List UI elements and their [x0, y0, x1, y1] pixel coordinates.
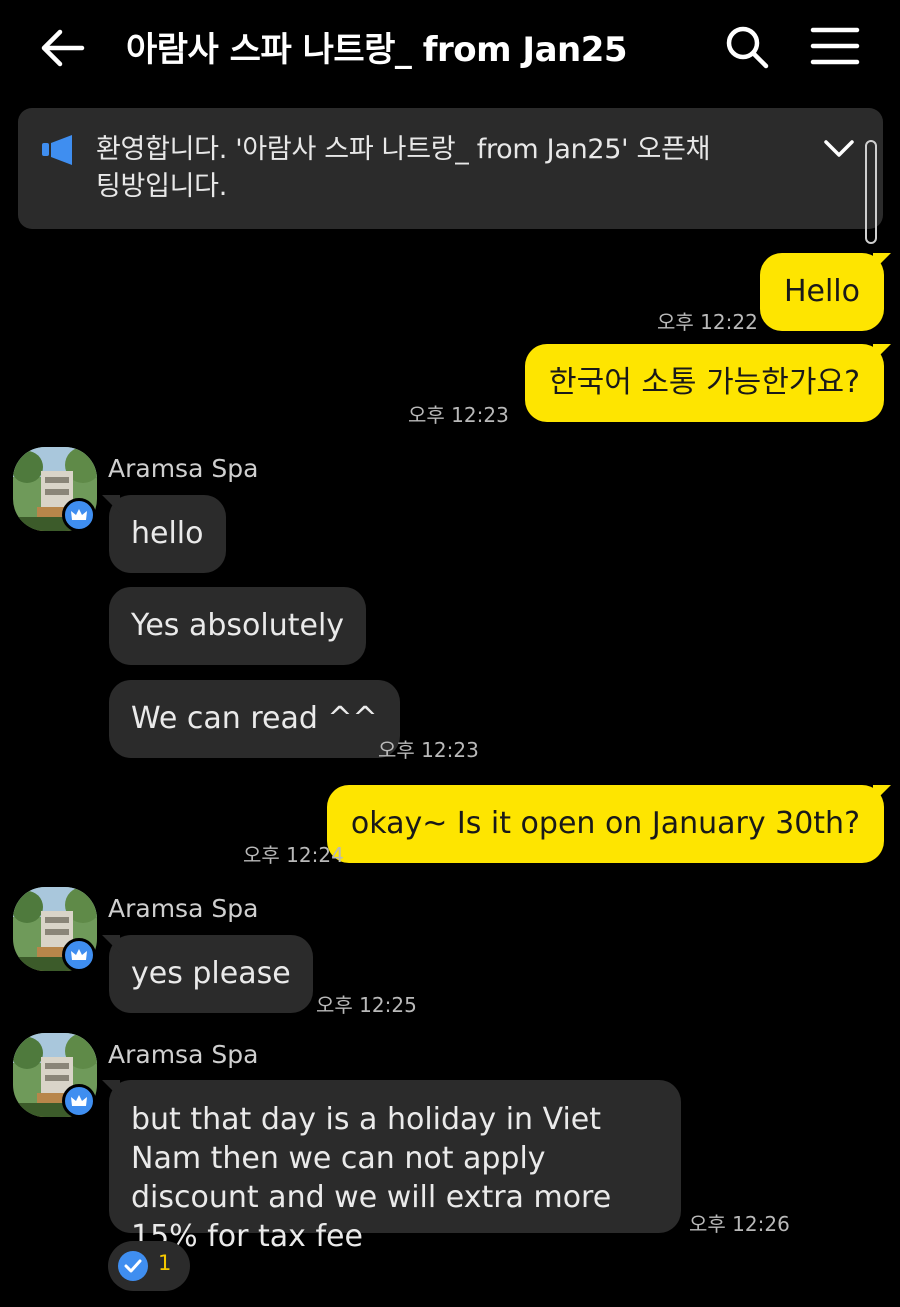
message-time: 오후 12:24 [243, 843, 344, 867]
host-crown-badge [62, 1084, 96, 1118]
chevron-down-icon[interactable] [822, 137, 856, 161]
megaphone-icon [42, 135, 72, 165]
hamburger-menu-icon [810, 27, 860, 65]
notice-text: 환영합니다. '아람사 스파 나트랑_ from Jan25' 오픈채팅방입니다… [96, 134, 711, 202]
host-crown-badge [62, 938, 96, 972]
chat-title: 아람사 스파 나트랑_ from Jan25 [126, 30, 628, 70]
reaction-chip[interactable] [108, 1241, 190, 1291]
their-message-bubble[interactable]: Yes absolutely [109, 587, 367, 665]
crown-icon [71, 509, 87, 520]
message-time: 오후 12:25 [316, 993, 417, 1017]
check-circle-icon [118, 1251, 148, 1281]
message-time: 오후 12:23 [408, 403, 509, 427]
chat-screen: 아람사 스파 나트랑_ from Jan25 환영합니다. '아람사 스파 나트… [0, 0, 900, 1307]
message-time: 오후 12:26 [689, 1212, 790, 1236]
reaction-count: 1 [158, 1251, 172, 1275]
menu-button[interactable] [808, 24, 862, 68]
my-message-bubble[interactable]: Hello [759, 253, 892, 331]
sender-name: Aramsa Spa [108, 1040, 259, 1069]
sender-name: Aramsa Spa [108, 454, 259, 483]
notice-scrollbar[interactable] [865, 140, 877, 244]
crown-icon [71, 1095, 87, 1106]
message-time: 오후 12:23 [378, 738, 479, 762]
my-message-bubble[interactable]: okay~ Is it open on January 30th? [326, 785, 892, 863]
host-crown-badge [62, 498, 96, 532]
arrow-left-icon [41, 29, 85, 67]
search-button[interactable] [722, 22, 772, 72]
their-message-bubble[interactable]: but that day is a holiday in Viet Nam th… [102, 1080, 681, 1254]
back-button[interactable] [36, 24, 88, 72]
message-time: 오후 12:22 [657, 310, 758, 334]
sender-name: Aramsa Spa [108, 894, 259, 923]
their-message-bubble[interactable]: yes please [102, 935, 313, 1013]
my-message-bubble[interactable]: 한국어 소통 가능한가요? [525, 344, 891, 422]
their-message-bubble[interactable]: hello [102, 495, 226, 573]
crown-icon [71, 949, 87, 960]
their-message-bubble[interactable]: We can read ^^ [109, 680, 400, 758]
search-icon [726, 26, 769, 69]
